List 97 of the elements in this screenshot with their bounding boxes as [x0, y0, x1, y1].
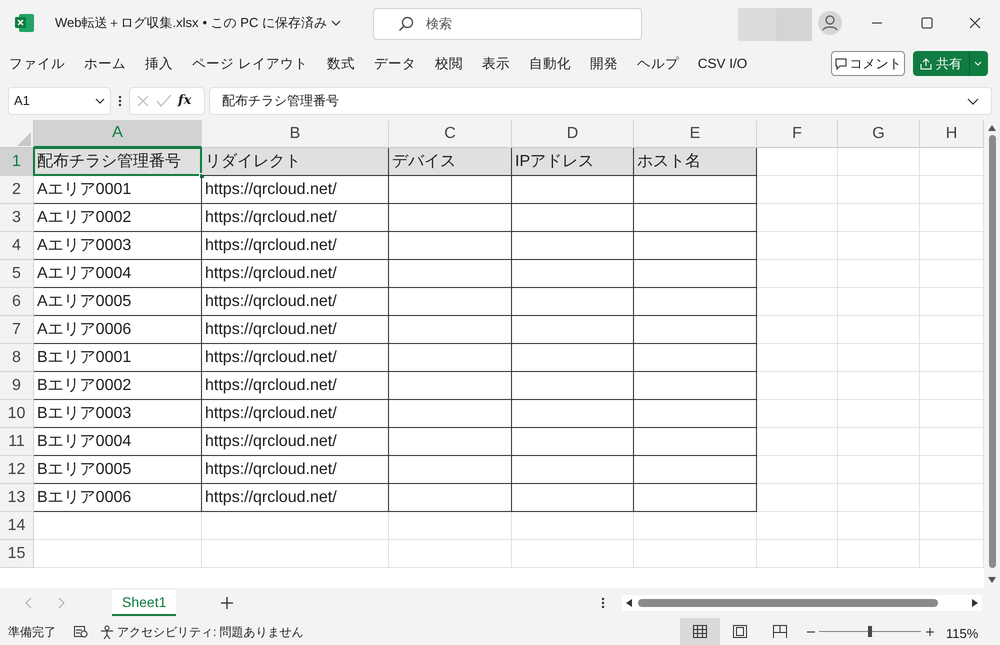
- accessibility-status[interactable]: アクセシビリティ: 問題ありません: [117, 622, 304, 640]
- zoom-in-icon[interactable]: [926, 628, 934, 636]
- expand-icon[interactable]: [967, 98, 979, 104]
- row-header[interactable]: 11: [0, 428, 34, 456]
- row-header[interactable]: 12: [0, 456, 34, 484]
- zoom-level[interactable]: 115%: [946, 624, 978, 644]
- share-button[interactable]: 共有: [913, 51, 988, 76]
- insert-function-button[interactable]: fx: [178, 91, 192, 111]
- row-header[interactable]: 7: [0, 316, 34, 344]
- macro-record-icon[interactable]: [74, 626, 88, 638]
- comment-icon: [834, 58, 846, 70]
- row-header[interactable]: 9: [0, 372, 34, 400]
- table-cell: Bエリア0004: [34, 428, 202, 456]
- table-cell: https://qrcloud.net/: [202, 372, 389, 400]
- normal-view-icon: [693, 625, 707, 638]
- menu-tab[interactable]: CSV I/O: [698, 54, 748, 74]
- table-cell: https://qrcloud.net/: [202, 176, 389, 204]
- more-options-icon[interactable]: [118, 95, 122, 107]
- search-icon: [398, 16, 414, 32]
- table-cell: Bエリア0005: [34, 456, 202, 484]
- menu-tab[interactable]: 表示: [482, 54, 510, 74]
- row-header[interactable]: 4: [0, 232, 34, 260]
- row-header[interactable]: 2: [0, 176, 34, 204]
- menu-tab[interactable]: ヘルプ: [636, 54, 679, 74]
- search-field[interactable]: 検索: [373, 8, 642, 40]
- name-box[interactable]: A1: [8, 87, 111, 115]
- accessibility-icon[interactable]: [100, 624, 114, 638]
- vertical-scroll-thumb[interactable]: [988, 135, 996, 568]
- table-cell: https://qrcloud.net/: [202, 400, 389, 428]
- file-name: Web転送＋ログ収集.xlsx: [55, 14, 198, 32]
- menu-tab[interactable]: ホーム: [84, 54, 126, 74]
- table-cell: https://qrcloud.net/: [202, 204, 389, 232]
- table-cell: Bエリア0006: [34, 484, 202, 512]
- table-cell: リダイレクト: [202, 148, 389, 176]
- table-cell: 配布チラシ管理番号: [34, 148, 202, 176]
- menu-tab[interactable]: 校閲: [434, 54, 463, 74]
- scroll-right-icon[interactable]: [972, 599, 978, 607]
- menu-tab[interactable]: 開発: [590, 54, 618, 74]
- row-header[interactable]: 10: [0, 400, 34, 428]
- table-cell: デバイス: [389, 148, 512, 176]
- table-cell: https://qrcloud.net/: [202, 288, 389, 316]
- chevron-down-icon[interactable]: [330, 20, 341, 26]
- more-options-icon[interactable]: [601, 597, 605, 609]
- menu-tab[interactable]: 自動化: [528, 54, 571, 74]
- table-cell: Aエリア0006: [34, 316, 202, 344]
- column-header[interactable]: G: [838, 120, 920, 148]
- status-text: 準備完了: [8, 624, 56, 640]
- menu-tab[interactable]: データ: [374, 54, 416, 74]
- horizontal-scroll-thumb[interactable]: [638, 599, 938, 607]
- table-cell: https://qrcloud.net/: [202, 232, 389, 260]
- table-cell: https://qrcloud.net/: [202, 456, 389, 484]
- row-header[interactable]: 8: [0, 344, 34, 372]
- row-header[interactable]: 14: [0, 512, 34, 540]
- table-cell: Bエリア0003: [34, 400, 202, 428]
- table-cell: https://qrcloud.net/: [202, 484, 389, 512]
- row-header[interactable]: 3: [0, 204, 34, 232]
- row-header[interactable]: 6: [0, 288, 34, 316]
- table-cell: Aエリア0003: [34, 232, 202, 260]
- comment-button[interactable]: コメント: [831, 51, 905, 76]
- formula-field[interactable]: 配布チラシ管理番号: [209, 87, 992, 115]
- menu-tab[interactable]: 数式: [326, 54, 355, 74]
- scroll-up-icon[interactable]: [988, 125, 996, 131]
- normal-view-button[interactable]: [680, 618, 720, 645]
- menu-tab[interactable]: ファイル: [9, 54, 65, 74]
- table-cell: https://qrcloud.net/: [202, 428, 389, 456]
- share-icon: [920, 58, 932, 70]
- scroll-left-icon[interactable]: [626, 599, 632, 607]
- table-cell: Aエリア0002: [34, 204, 202, 232]
- table-cell: Aエリア0001: [34, 176, 202, 204]
- table-cell: IPアドレス: [512, 148, 634, 176]
- check-icon[interactable]: [156, 94, 172, 108]
- page-layout-icon: [733, 625, 747, 638]
- close-icon[interactable]: [969, 17, 981, 29]
- menu-tab[interactable]: ページ レイアウト: [192, 54, 308, 74]
- add-sheet-icon[interactable]: [221, 597, 234, 609]
- menu-tab[interactable]: 挿入: [145, 54, 173, 74]
- avatar-icon[interactable]: [818, 11, 842, 35]
- column-header[interactable]: F: [757, 120, 838, 148]
- table-cell: Bエリア0002: [34, 372, 202, 400]
- page-break-icon: [773, 625, 787, 638]
- row-header[interactable]: 13: [0, 484, 34, 512]
- zoom-slider-thumb[interactable]: [868, 626, 872, 637]
- maximize-icon[interactable]: [921, 17, 933, 29]
- table-cell: ホスト名: [634, 148, 757, 176]
- table-cell: Aエリア0005: [34, 288, 202, 316]
- save-status[interactable]: • この PC に保存済み: [202, 13, 327, 33]
- scroll-down-icon[interactable]: [988, 577, 996, 583]
- row-header[interactable]: 5: [0, 260, 34, 288]
- table-cell: Aエリア0004: [34, 260, 202, 288]
- table-cell: https://qrcloud.net/: [202, 344, 389, 372]
- sheet-tab[interactable]: Sheet1: [112, 590, 176, 616]
- search-input[interactable]: 検索: [426, 14, 576, 34]
- table-cell: https://qrcloud.net/: [202, 260, 389, 288]
- row-header[interactable]: 15: [0, 540, 34, 568]
- table-cell: Bエリア0001: [34, 344, 202, 372]
- table-cell: https://qrcloud.net/: [202, 316, 389, 344]
- excel-logo-icon: [15, 13, 35, 33]
